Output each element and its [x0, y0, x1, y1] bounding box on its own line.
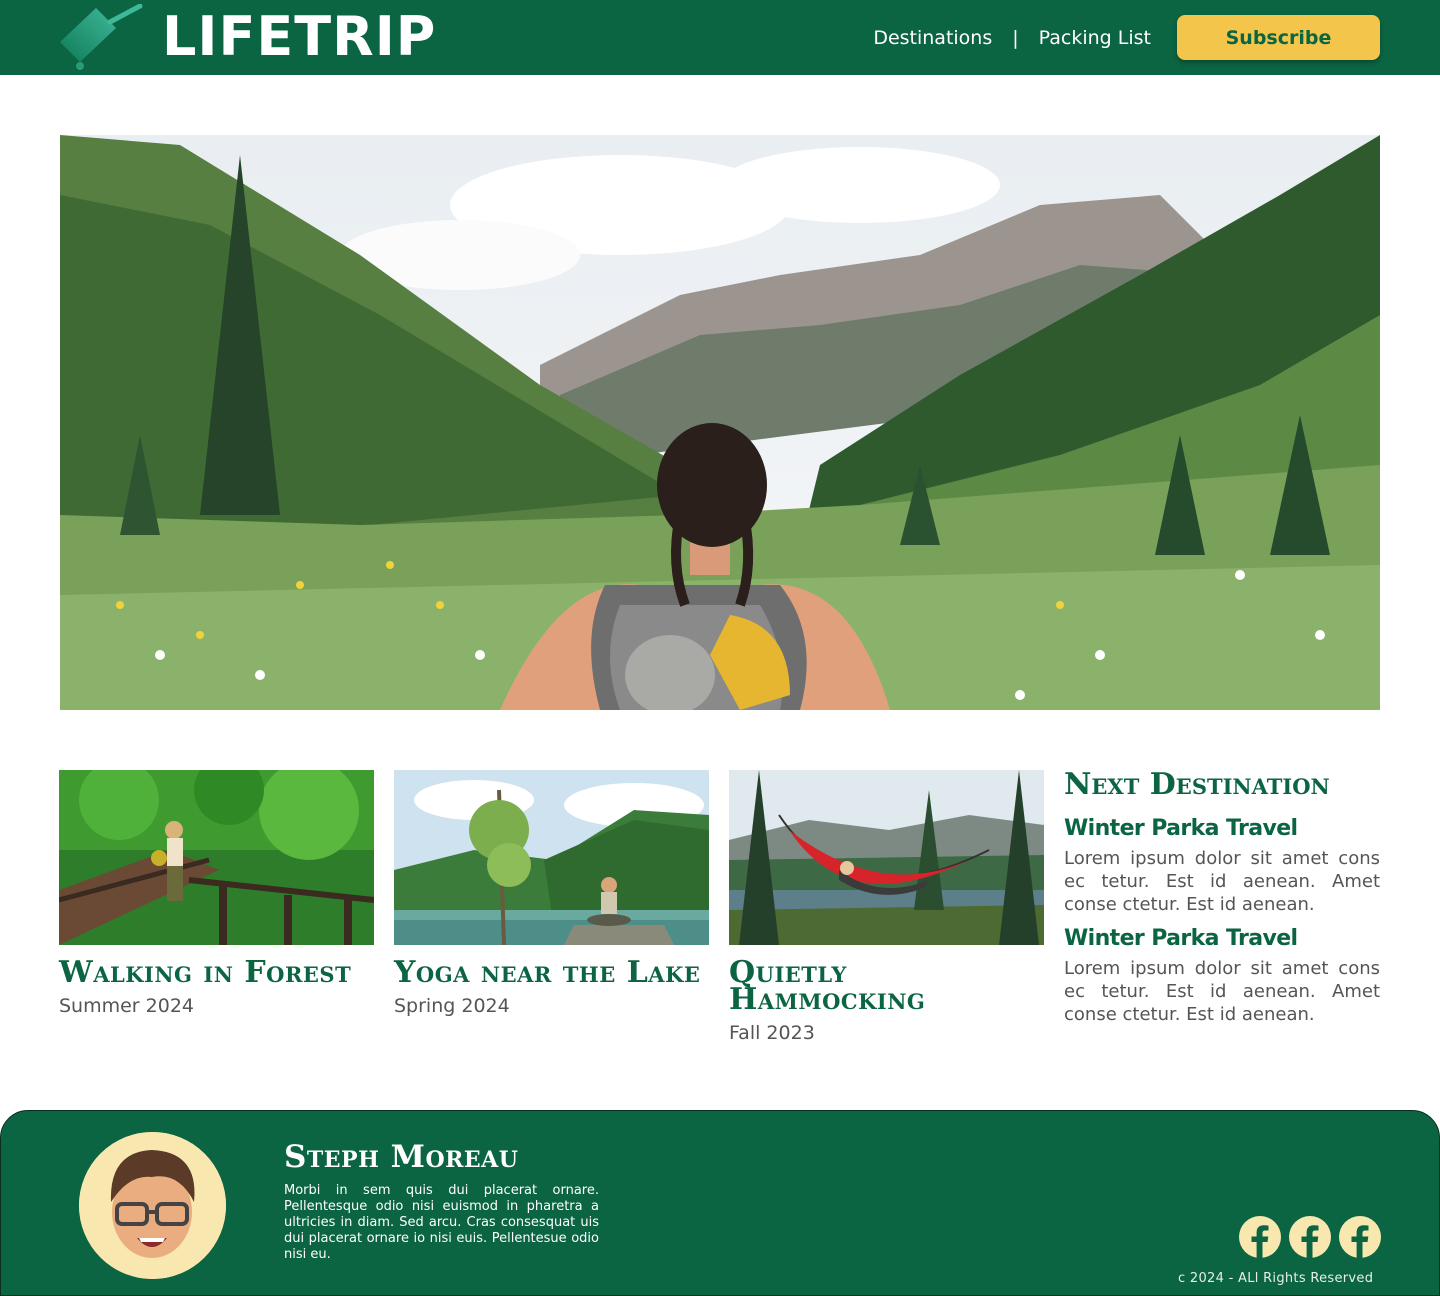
- card-season: Fall 2023: [729, 1022, 815, 1044]
- social-links: [1239, 1216, 1381, 1258]
- main-nav: Destinations | Packing List: [873, 26, 1151, 50]
- destination-item[interactable]: Winter Parka Travel Lorem ipsum dolor si…: [1064, 926, 1380, 1026]
- destination-title[interactable]: Winter Parka Travel: [1064, 926, 1380, 952]
- suitcase-icon[interactable]: [58, 4, 144, 72]
- site-footer: Steph Moreau Morbi in sem quis dui place…: [0, 1110, 1440, 1296]
- site-header: LIFETRIP Destinations | Packing List Sub…: [0, 0, 1440, 75]
- facebook-icon[interactable]: [1339, 1216, 1381, 1258]
- card-yoga-lake[interactable]: Yoga near the Lake Spring 2024: [394, 770, 709, 1017]
- copyright-text: c 2024 - ALl Rights Reserved: [1178, 1271, 1374, 1286]
- author-name: Steph Moreau: [284, 1139, 519, 1175]
- card-season: Summer 2024: [59, 995, 195, 1017]
- destination-item[interactable]: Winter Parka Travel Lorem ipsum dolor si…: [1064, 816, 1380, 916]
- nav-packing-list[interactable]: Packing List: [1039, 26, 1151, 50]
- hero-image: [60, 135, 1380, 710]
- destination-text: Lorem ipsum dolor sit amet cons ec tetur…: [1064, 958, 1380, 1025]
- facebook-icon[interactable]: [1239, 1216, 1281, 1258]
- memoji-avatar: [79, 1132, 226, 1279]
- card-image-lake[interactable]: [394, 770, 709, 945]
- subscribe-button[interactable]: Subscribe: [1177, 15, 1380, 60]
- destination-title[interactable]: Winter Parka Travel: [1064, 816, 1380, 842]
- destination-text: Lorem ipsum dolor sit amet cons ec tetur…: [1064, 848, 1380, 915]
- sidebar-title: Next Destination: [1064, 767, 1330, 802]
- card-title[interactable]: Yoga near the Lake: [394, 958, 709, 988]
- card-title[interactable]: Quietly Hammocking: [729, 958, 1044, 1015]
- card-season: Spring 2024: [394, 995, 510, 1017]
- nav-destinations[interactable]: Destinations: [873, 26, 992, 50]
- card-image-forest[interactable]: [59, 770, 374, 945]
- author-bio: Morbi in sem quis dui placerat ornare. P…: [284, 1183, 599, 1262]
- logo-text[interactable]: LIFETRIP: [162, 6, 436, 68]
- facebook-icon[interactable]: [1289, 1216, 1331, 1258]
- card-title[interactable]: Walking in Forest: [59, 958, 374, 988]
- card-quietly-hammocking[interactable]: Quietly Hammocking Fall 2023: [729, 770, 1044, 1044]
- nav-separator: |: [1012, 27, 1019, 49]
- card-image-hammock[interactable]: [729, 770, 1044, 945]
- card-walking-forest[interactable]: Walking in Forest Summer 2024: [59, 770, 374, 1017]
- next-destination-sidebar: Next Destination Winter Parka Travel Lor…: [1064, 770, 1380, 1026]
